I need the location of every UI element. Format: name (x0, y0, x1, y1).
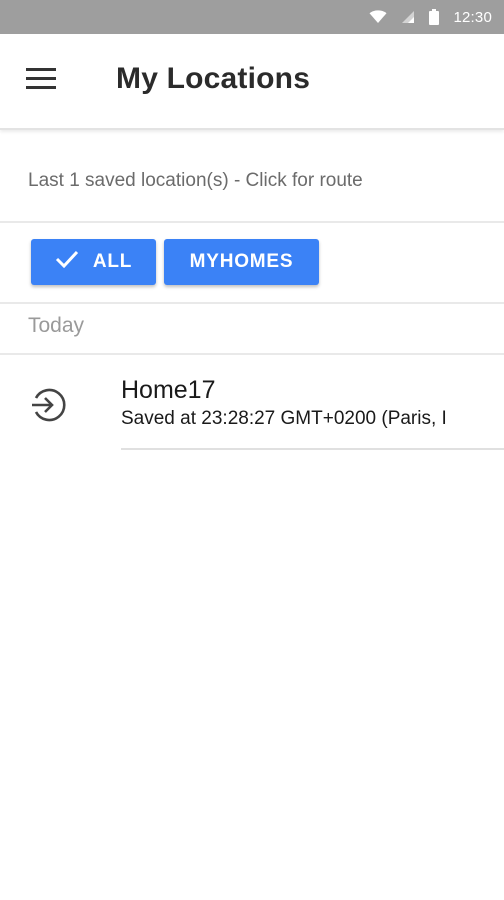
cell-signal-icon (401, 10, 415, 24)
location-subtitle: Saved at 23:28:27 GMT+0200 (Paris, I (121, 408, 447, 429)
divider (0, 221, 504, 223)
location-title: Home17 (121, 376, 216, 404)
page-title: My Locations (116, 62, 311, 95)
filter-myhomes-label: MYHOMES (189, 251, 294, 272)
status-time: 12:30 (453, 8, 492, 26)
filter-myhomes-button[interactable]: MYHOMES (164, 239, 319, 285)
saved-locations-info: Last 1 saved location(s) - Click for rou… (28, 170, 363, 191)
divider (0, 353, 504, 355)
login-arrow-icon (28, 386, 66, 424)
divider (0, 302, 504, 304)
location-list-item[interactable]: Home17 Saved at 23:28:27 GMT+0200 (Paris… (0, 356, 504, 452)
filter-all-button[interactable]: ALL (31, 239, 156, 285)
status-icons: 12:30 (369, 0, 492, 34)
list-item-divider (121, 448, 504, 450)
wifi-icon (369, 10, 387, 24)
app-bar: My Locations (0, 34, 504, 130)
hamburger-menu-icon (26, 67, 56, 95)
check-icon (55, 250, 79, 274)
screen: 12:30 My Locations Last 1 saved location… (0, 0, 504, 900)
section-header-today: Today (28, 314, 85, 337)
filter-all-label: ALL (92, 251, 133, 272)
status-bar: 12:30 (0, 0, 504, 34)
battery-icon (429, 9, 440, 25)
menu-button[interactable] (18, 58, 64, 104)
